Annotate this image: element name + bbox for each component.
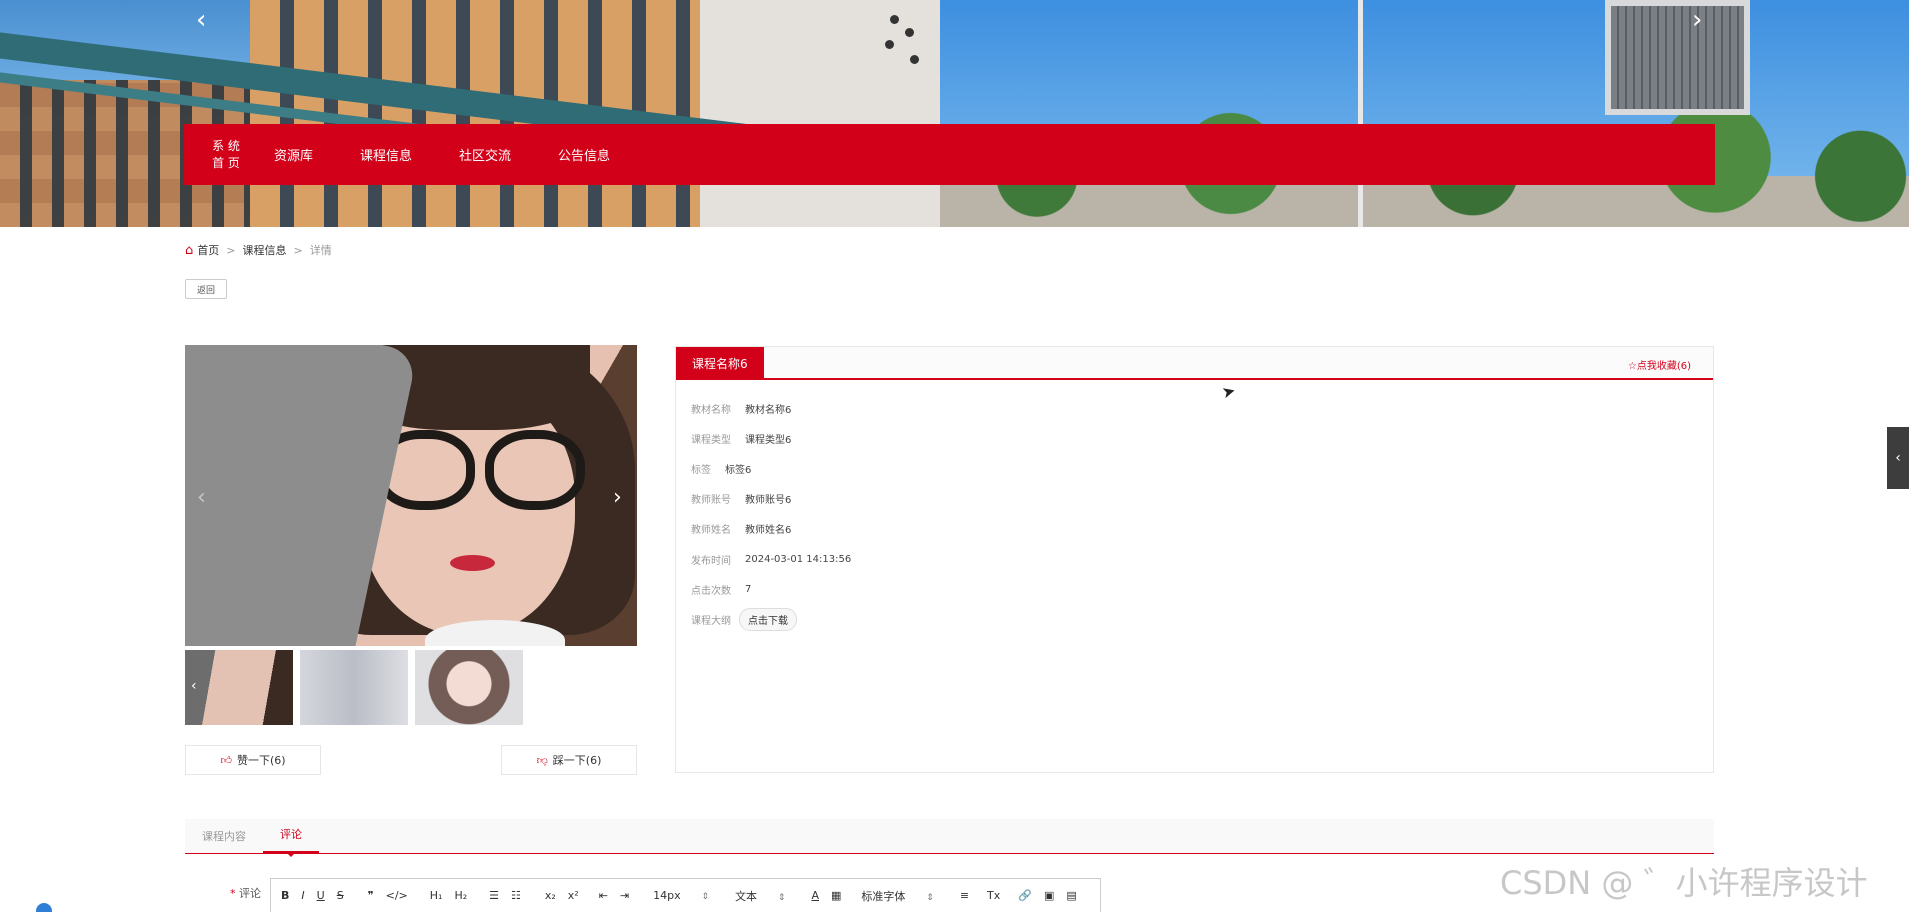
thumbs-down-icon: 👎︎: [536, 753, 548, 767]
thumb-prev-icon[interactable]: ‹: [191, 678, 197, 694]
tab-course-content[interactable]: 课程内容: [185, 828, 263, 853]
breadcrumb-home[interactable]: 首页: [197, 242, 219, 258]
course-main-image: ‹ ›: [185, 345, 637, 646]
field-value: 2024-03-01 14:13:56: [745, 553, 852, 565]
detail-row-textbook: 教材名称 教材名称6: [691, 393, 1713, 423]
font-size-select[interactable]: 14px: [653, 889, 709, 902]
editor-toolbar: B I U S ❞ </> H₁ H₂ ☰ ☷ x₂ x² ⇤ ⇥ 14px 文…: [270, 878, 1101, 912]
back-button[interactable]: 返回: [185, 279, 227, 299]
dislike-label: 踩一下(6): [552, 754, 602, 767]
breadcrumb-section[interactable]: 课程信息: [242, 242, 286, 258]
detail-row-publish-time: 发布时间 2024-03-01 14:13:56: [691, 544, 1713, 574]
background-color-icon[interactable]: ▦: [831, 889, 841, 902]
field-value: 教师姓名6: [745, 525, 792, 537]
field-label: 发布时间: [691, 555, 731, 567]
banner-tower: [1605, 0, 1750, 115]
nav-logo-line1: 系 统: [212, 138, 240, 153]
indent-icon[interactable]: ⇥: [620, 889, 629, 902]
home-icon: ⌂: [185, 242, 194, 258]
detail-row-syllabus: 课程大纲 点击下载: [691, 604, 1713, 634]
gallery-thumbnail[interactable]: [415, 650, 523, 725]
strikethrough-icon[interactable]: S: [337, 889, 344, 902]
italic-icon[interactable]: I: [301, 889, 304, 902]
gallery-next-icon[interactable]: ›: [613, 485, 622, 510]
like-button[interactable]: 👍︎ 赞一下(6): [185, 745, 321, 775]
outdent-icon[interactable]: ⇤: [599, 889, 608, 902]
side-collapse-icon[interactable]: ‹: [1887, 427, 1909, 489]
field-value: 教师账号6: [745, 495, 792, 507]
required-mark: *: [230, 887, 236, 900]
breadcrumb: ⌂ 首页 > 课程信息 > 详情: [185, 242, 332, 258]
thumbs-up-icon: 👍︎: [220, 753, 232, 767]
blockquote-icon[interactable]: ❞: [368, 889, 374, 902]
course-detail-panel: 课程名称6 ☆点我收藏(6) 教材名称 教材名称6 课程类型 课程类型6 标签 …: [675, 346, 1714, 773]
detail-row-tag: 标签 标签6: [691, 453, 1713, 483]
nav-item-courses[interactable]: 课程信息: [360, 145, 412, 164]
detail-row-teacher-name: 教师姓名 教师姓名6: [691, 514, 1713, 544]
banner-carousel: ‹ ›: [0, 0, 1909, 227]
heading2-icon[interactable]: H₂: [454, 889, 467, 902]
field-label: 课程类型: [691, 434, 731, 446]
field-value: 标签6: [725, 464, 752, 476]
field-value: 7: [745, 583, 752, 595]
subscript-icon[interactable]: x₂: [545, 889, 556, 902]
text-type-select[interactable]: 文本: [735, 888, 785, 904]
detail-row-type: 课程类型 课程类型6: [691, 423, 1713, 453]
download-button[interactable]: 点击下载: [739, 607, 797, 631]
detail-row-teacher-account: 教师账号 教师账号6: [691, 484, 1713, 514]
banner-building-white: [700, 0, 940, 227]
gallery-thumbnails: ‹: [185, 650, 523, 725]
gallery-thumbnail[interactable]: ‹: [185, 650, 293, 725]
banner-next-icon[interactable]: ›: [1692, 7, 1702, 33]
banner-prev-icon[interactable]: ‹: [196, 7, 206, 33]
tab-comments[interactable]: 评论: [263, 826, 319, 857]
panel-header: 课程名称6 ☆点我收藏(6): [676, 347, 1713, 380]
detail-fields: 教材名称 教材名称6 课程类型 课程类型6 标签 标签6 教师账号 教师账号6 …: [676, 380, 1713, 635]
gallery-thumbnail[interactable]: [300, 650, 408, 725]
field-label: 教师姓名: [691, 525, 731, 537]
watermark: CSDN @ ゛小许程序设计: [1500, 864, 1868, 902]
gallery-prev-icon[interactable]: ‹: [197, 485, 206, 510]
bold-icon[interactable]: B: [281, 889, 289, 902]
course-title: 课程名称6: [676, 347, 764, 380]
main-nav: 系 统 首 页 资源库 课程信息 社区交流 公告信息: [184, 124, 1715, 185]
field-label: 点击次数: [691, 585, 731, 597]
underline-icon[interactable]: U: [317, 889, 325, 902]
nav-home-logo[interactable]: 系 统 首 页: [206, 138, 246, 172]
font-color-icon[interactable]: A: [811, 889, 819, 902]
heading1-icon[interactable]: H₁: [430, 889, 443, 902]
superscript-icon[interactable]: x²: [568, 889, 579, 902]
link-icon[interactable]: 🔗: [1018, 889, 1032, 902]
video-icon[interactable]: ▤: [1066, 889, 1076, 902]
code-block-icon[interactable]: </>: [386, 889, 408, 902]
bullet-list-icon[interactable]: ☷: [511, 889, 521, 902]
detail-row-clicks: 点击次数 7: [691, 574, 1713, 604]
breadcrumb-separator: >: [293, 243, 303, 257]
content-tabs: 课程内容 评论: [185, 819, 1714, 857]
nav-item-announcements[interactable]: 公告信息: [558, 145, 610, 164]
banner-pole: [1358, 0, 1363, 227]
field-value: 课程类型6: [745, 434, 792, 446]
field-label: 教师账号: [691, 495, 731, 507]
breadcrumb-separator: >: [226, 243, 236, 257]
field-value: 教材名称6: [745, 404, 792, 416]
breadcrumb-current: 详情: [309, 244, 332, 257]
field-label: 标签: [691, 464, 711, 476]
dislike-button[interactable]: 👎︎ 踩一下(6): [501, 745, 637, 775]
align-icon[interactable]: ≡: [960, 889, 969, 902]
image-icon[interactable]: ▣: [1044, 889, 1054, 902]
nav-logo-line2: 首 页: [212, 155, 240, 170]
field-label: 课程大纲: [691, 615, 731, 627]
floating-widget-icon[interactable]: [36, 903, 52, 912]
comment-label: * 评论: [230, 885, 261, 901]
comment-label-text: 评论: [239, 887, 261, 900]
nav-item-resources[interactable]: 资源库: [274, 145, 313, 164]
favorite-button[interactable]: ☆点我收藏(6): [1628, 357, 1691, 372]
clear-format-icon[interactable]: Tx: [987, 889, 1000, 902]
field-label: 教材名称: [691, 404, 731, 416]
font-family-select[interactable]: 标准字体: [861, 888, 933, 904]
like-label: 赞一下(6): [236, 754, 286, 767]
nav-item-community[interactable]: 社区交流: [459, 145, 511, 164]
ordered-list-icon[interactable]: ☰: [489, 889, 499, 902]
